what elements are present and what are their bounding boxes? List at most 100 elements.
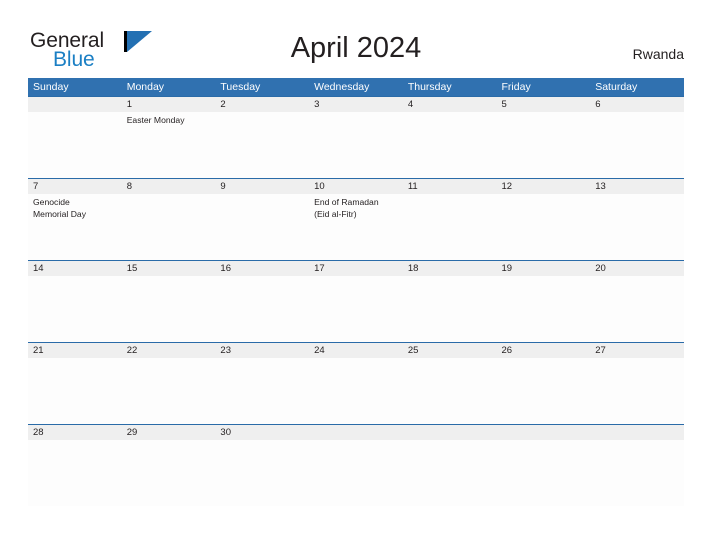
day-events[interactable]: [122, 276, 216, 342]
date-number[interactable]: 29: [122, 425, 216, 440]
event-label: End of Ramadan: [314, 197, 379, 207]
event-label: Memorial Day: [33, 208, 87, 219]
day-events[interactable]: [215, 194, 309, 260]
day-events[interactable]: [497, 112, 591, 178]
date-number[interactable]: 6: [590, 97, 684, 112]
week-date-band: 14 15 16 17 18 19 20: [28, 261, 684, 276]
day-events[interactable]: [403, 440, 497, 506]
week-row: 28 29 30: [28, 424, 684, 506]
date-number[interactable]: 7: [28, 179, 122, 194]
day-events[interactable]: [215, 440, 309, 506]
week-date-band: 7 8 9 10 11 12 13: [28, 179, 684, 194]
day-events[interactable]: [403, 358, 497, 424]
page-header: General Blue April 2024 Rwanda: [0, 0, 712, 78]
weekday-thursday: Thursday: [407, 81, 452, 93]
week-row: 14 15 16 17 18 19 20: [28, 260, 684, 342]
date-number[interactable]: 1: [122, 97, 216, 112]
day-events[interactable]: [215, 276, 309, 342]
day-events[interactable]: [309, 112, 403, 178]
date-number[interactable]: [403, 425, 497, 440]
weekday-tuesday: Tuesday: [220, 81, 261, 93]
day-events[interactable]: [590, 358, 684, 424]
date-number[interactable]: 25: [403, 343, 497, 358]
date-number[interactable]: 16: [215, 261, 309, 276]
calendar-page: General Blue April 2024 Rwanda Sunday Mo…: [0, 0, 712, 550]
date-number[interactable]: 12: [497, 179, 591, 194]
date-number[interactable]: 3: [309, 97, 403, 112]
weekday-header-row: Sunday Monday Tuesday Wednesday Thursday…: [28, 78, 684, 96]
day-events[interactable]: [497, 440, 591, 506]
page-title: April 2024: [290, 32, 422, 64]
day-events[interactable]: [122, 358, 216, 424]
day-events[interactable]: [590, 194, 684, 260]
date-number[interactable]: 4: [403, 97, 497, 112]
date-number[interactable]: 22: [122, 343, 216, 358]
event-label: Easter Monday: [126, 115, 185, 125]
country-label: Rwanda: [632, 46, 684, 62]
day-events[interactable]: [28, 112, 122, 178]
day-events[interactable]: [309, 440, 403, 506]
weekday-monday: Monday: [126, 81, 165, 93]
date-number[interactable]: [497, 425, 591, 440]
date-number[interactable]: 18: [403, 261, 497, 276]
date-number[interactable]: 26: [497, 343, 591, 358]
day-events[interactable]: [497, 194, 591, 260]
day-events[interactable]: [590, 276, 684, 342]
day-events[interactable]: [28, 440, 122, 506]
date-number[interactable]: 15: [122, 261, 216, 276]
weekday-friday: Friday: [501, 81, 531, 93]
date-number[interactable]: 27: [590, 343, 684, 358]
day-events[interactable]: [309, 276, 403, 342]
day-events[interactable]: [590, 112, 684, 178]
week-event-band: Easter Monday: [28, 112, 684, 178]
date-number[interactable]: 13: [590, 179, 684, 194]
day-events[interactable]: [403, 276, 497, 342]
week-row: 7 8 9 10 11 12 13 Genocide Memorial Day …: [28, 178, 684, 260]
day-events[interactable]: [122, 194, 216, 260]
day-events[interactable]: [215, 112, 309, 178]
date-number[interactable]: 5: [497, 97, 591, 112]
date-number[interactable]: [28, 97, 122, 112]
date-number[interactable]: 30: [215, 425, 309, 440]
week-date-band: 1 2 3 4 5 6: [28, 97, 684, 112]
day-events[interactable]: [28, 276, 122, 342]
day-events[interactable]: [309, 358, 403, 424]
day-events[interactable]: End of Ramadan (Eid al-Fitr): [309, 194, 403, 260]
day-events[interactable]: [28, 358, 122, 424]
day-events[interactable]: [403, 194, 497, 260]
date-number[interactable]: 8: [122, 179, 216, 194]
date-number[interactable]: 11: [403, 179, 497, 194]
week-row: 1 2 3 4 5 6 Easter Monday: [28, 96, 684, 178]
date-number[interactable]: 21: [28, 343, 122, 358]
week-event-band: [28, 440, 684, 506]
week-event-band: [28, 358, 684, 424]
day-events[interactable]: [497, 276, 591, 342]
date-number[interactable]: [590, 425, 684, 440]
week-event-band: Genocide Memorial Day End of Ramadan (Ei…: [28, 194, 684, 260]
date-number[interactable]: 14: [28, 261, 122, 276]
date-number[interactable]: 19: [497, 261, 591, 276]
week-date-band: 28 29 30: [28, 425, 684, 440]
day-events[interactable]: [122, 440, 216, 506]
day-events[interactable]: Easter Monday: [122, 112, 216, 178]
date-number[interactable]: 9: [215, 179, 309, 194]
date-number[interactable]: 20: [590, 261, 684, 276]
event-label: (Eid al-Fitr): [314, 208, 357, 219]
calendar-grid: Sunday Monday Tuesday Wednesday Thursday…: [28, 78, 684, 506]
date-number[interactable]: [309, 425, 403, 440]
weekday-wednesday: Wednesday: [314, 81, 370, 93]
date-number[interactable]: 10: [309, 179, 403, 194]
day-events[interactable]: [403, 112, 497, 178]
day-events[interactable]: [497, 358, 591, 424]
week-row: 21 22 23 24 25 26 27: [28, 342, 684, 424]
event-label: Genocide: [33, 197, 70, 207]
date-number[interactable]: 24: [309, 343, 403, 358]
weekday-sunday: Sunday: [33, 81, 69, 93]
date-number[interactable]: 28: [28, 425, 122, 440]
date-number[interactable]: 23: [215, 343, 309, 358]
date-number[interactable]: 2: [215, 97, 309, 112]
day-events[interactable]: [215, 358, 309, 424]
date-number[interactable]: 17: [309, 261, 403, 276]
day-events[interactable]: [590, 440, 684, 506]
day-events[interactable]: Genocide Memorial Day: [28, 194, 122, 260]
